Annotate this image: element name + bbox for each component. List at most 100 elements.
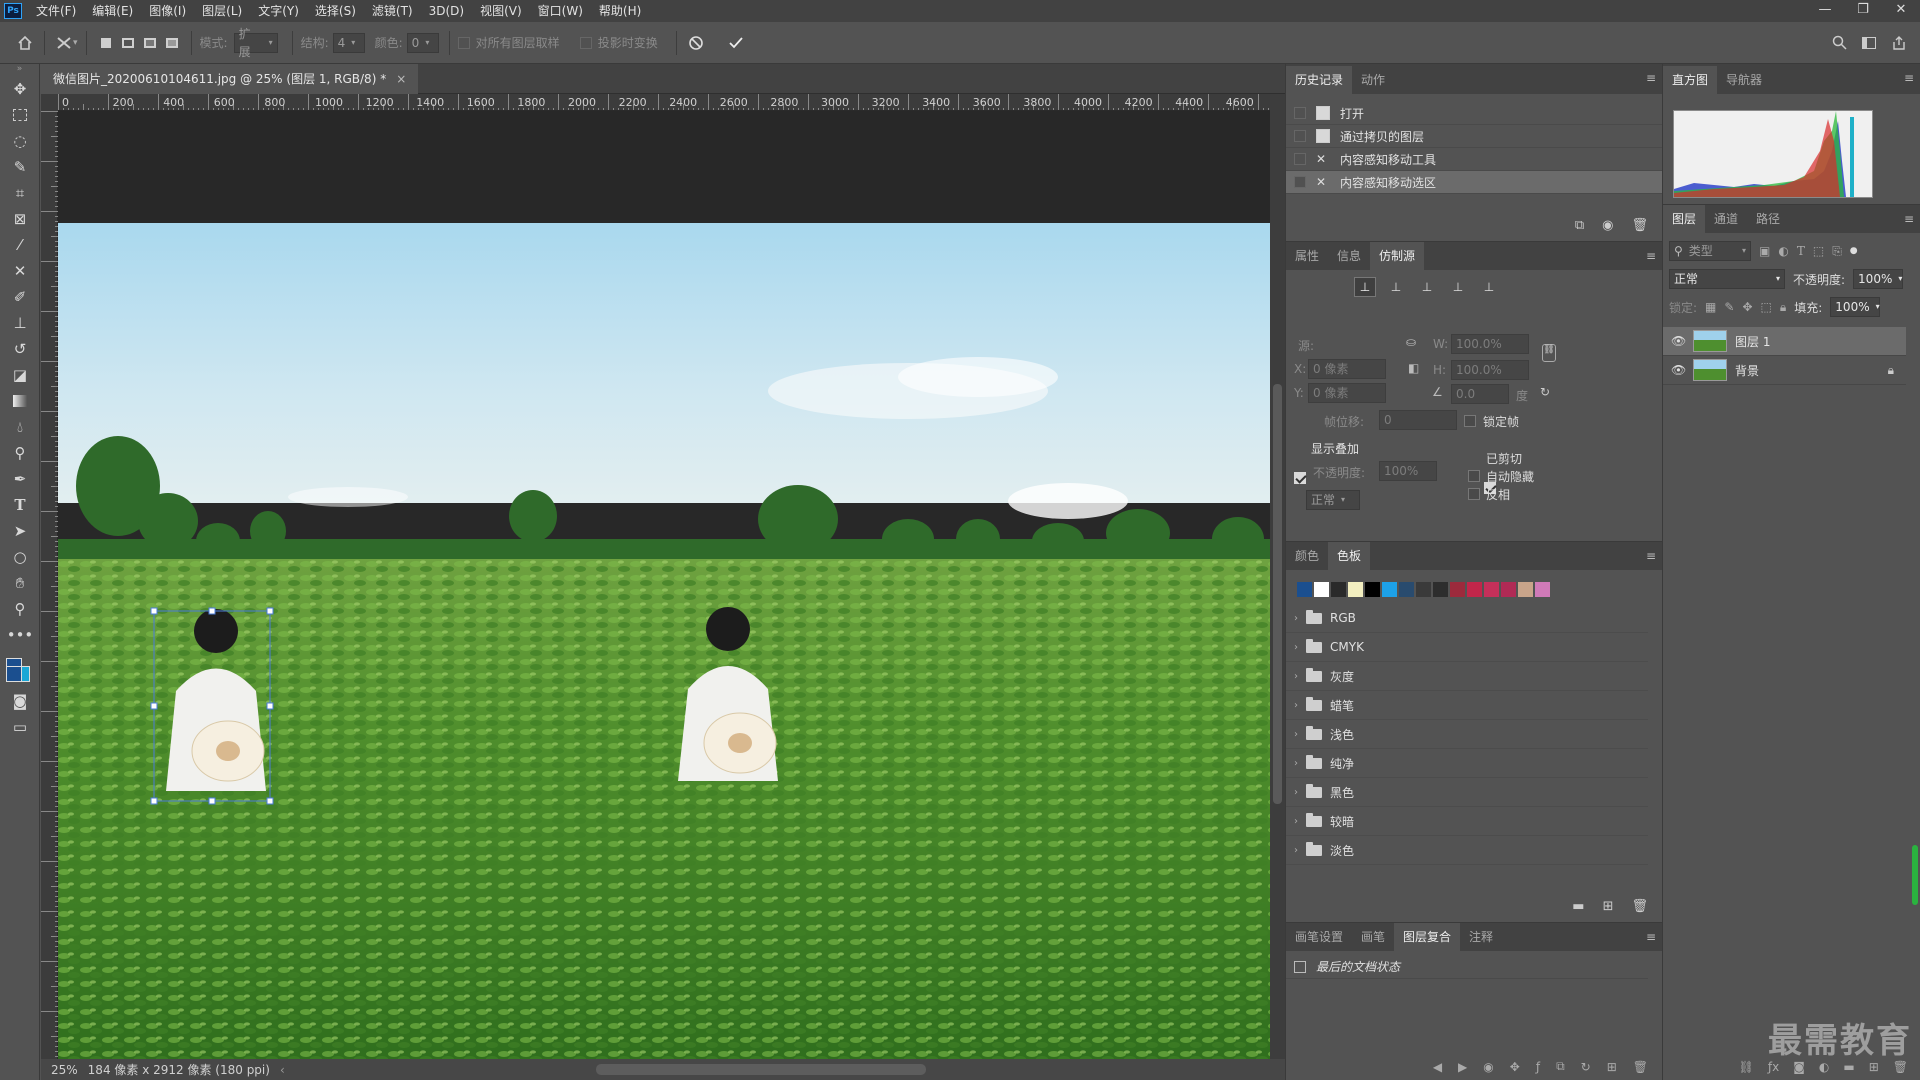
color-swatch[interactable] [1518, 581, 1533, 597]
tab-color[interactable]: 颜色 [1286, 542, 1328, 570]
blend-mode-dropdown[interactable]: 正常 ▾ [1669, 269, 1785, 289]
filter-type-icon[interactable]: T [1797, 244, 1805, 258]
menu-3d[interactable]: 3D(D) [421, 0, 472, 22]
position-comp-icon[interactable]: ✥ [1510, 1060, 1520, 1074]
layers-scroll-indicator[interactable] [1912, 845, 1918, 905]
new-group-icon[interactable]: ▬ [1843, 1060, 1854, 1074]
menu-file[interactable]: 文件(F) [28, 0, 84, 22]
filter-pixel-icon[interactable]: ▣ [1759, 244, 1770, 258]
panel-menu-icon[interactable]: ≡ [1904, 212, 1914, 226]
width-scale-input[interactable]: 100.0% [1451, 334, 1529, 354]
color-swatch[interactable] [1382, 581, 1397, 597]
content-aware-move-tool-icon[interactable]: ✕ [0, 258, 40, 284]
menu-type[interactable]: 文字(Y) [250, 0, 307, 22]
clone-source-3-icon[interactable]: ⊥ [1416, 277, 1438, 297]
hand-tool-icon[interactable]: ✋︎ [0, 570, 40, 596]
pen-tool-icon[interactable]: ✒ [0, 466, 40, 492]
transform-on-drop-checkbox[interactable] [579, 36, 592, 49]
chevron-right-icon[interactable]: › [1294, 671, 1298, 682]
panel-menu-icon[interactable]: ≡ [1904, 71, 1914, 85]
color-swatch[interactable] [1399, 581, 1414, 597]
layer-name[interactable]: 背景 [1735, 362, 1759, 379]
tab-actions[interactable]: 动作 [1352, 66, 1394, 94]
layer-row-selected[interactable]: 👁︎ 图层 1 [1663, 327, 1906, 356]
show-overlay-checkbox[interactable] [1294, 471, 1306, 484]
lock-all-icon[interactable]: 🔒︎ [1780, 300, 1786, 315]
swatch-group[interactable]: › 纯净 [1286, 749, 1648, 778]
layer-lock-icon[interactable]: 🔒︎ [1888, 363, 1894, 378]
blur-tool-icon[interactable]: 💧︎ [0, 414, 40, 440]
menu-help[interactable]: 帮助(H) [591, 0, 649, 22]
quick-mask-icon[interactable]: ◙ [0, 688, 40, 714]
layer-opacity-input[interactable]: 100% ▾ [1853, 269, 1904, 289]
menu-layer[interactable]: 图层(L) [194, 0, 250, 22]
previous-comp-icon[interactable]: ◀ [1433, 1060, 1442, 1074]
tab-brush-settings[interactable]: 画笔设置 [1286, 923, 1352, 951]
eraser-tool-icon[interactable]: ◪ [0, 362, 40, 388]
snapshot-icon[interactable]: ◉ [1602, 218, 1613, 233]
color-swatch[interactable] [1450, 581, 1465, 597]
source-lock-icon[interactable]: ⛀ [1406, 335, 1416, 349]
more-tools-icon[interactable]: ••• [0, 622, 40, 648]
filter-toggle-icon[interactable]: ● [1850, 246, 1858, 256]
horizontal-scroll-thumb[interactable] [596, 1064, 926, 1075]
panel-menu-icon[interactable]: ≡ [1646, 249, 1656, 263]
document-info[interactable]: 184 像素 x 2912 像素 (180 ppi) [88, 1061, 270, 1078]
reset-transform-icon[interactable]: ↻ [1540, 385, 1550, 399]
add-mask-icon[interactable]: ◙ [1793, 1060, 1805, 1074]
color-swatches[interactable] [0, 648, 39, 688]
home-icon[interactable] [14, 32, 36, 54]
link-layers-icon[interactable]: ⛓ [1739, 1060, 1754, 1074]
swatch-group[interactable]: › RGB [1286, 604, 1648, 633]
tab-brushes[interactable]: 画笔 [1352, 923, 1394, 951]
clone-source-5-icon[interactable]: ⊥ [1478, 277, 1500, 297]
layer-filter-dropdown[interactable]: ⚲ 类型 ▾ [1669, 241, 1751, 261]
delete-comp-icon[interactable]: 🗑︎ [1633, 1060, 1648, 1074]
tab-info[interactable]: 信息 [1328, 242, 1370, 270]
history-item[interactable]: ✕ 内容感知移动工具 [1286, 148, 1662, 171]
layer-name[interactable]: 图层 1 [1735, 333, 1770, 350]
appearance-comp-icon[interactable]: ⧉ [1556, 1059, 1565, 1074]
clone-source-2-icon[interactable]: ⊥ [1385, 277, 1407, 297]
invert-checkbox[interactable] [1468, 488, 1480, 500]
panel-menu-icon[interactable]: ≡ [1646, 930, 1656, 944]
menu-view[interactable]: 视图(V) [472, 0, 530, 22]
panel-menu-icon[interactable]: ≡ [1646, 71, 1656, 85]
collapse-icon[interactable]: » [0, 64, 39, 76]
clone-source-1-icon[interactable]: ⊥ [1354, 277, 1376, 297]
path-select-tool-icon[interactable]: ➤ [0, 518, 40, 544]
mode-dropdown[interactable]: 扩展 ▾ [233, 27, 278, 59]
overlay-opacity-input[interactable]: 100% [1379, 461, 1437, 481]
crop-tool-icon[interactable]: ⌗ [0, 180, 40, 206]
lock-position-icon[interactable]: ✥ [1742, 300, 1752, 314]
chevron-right-icon[interactable]: › [1294, 729, 1298, 740]
history-brush-tool-icon[interactable]: ↺ [0, 336, 40, 362]
new-swatch-icon[interactable]: ⊞ [1603, 899, 1614, 914]
chevron-right-icon[interactable]: › [1294, 613, 1298, 624]
commit-icon[interactable] [725, 32, 747, 54]
color-swatch[interactable] [1501, 581, 1516, 597]
color-swatch[interactable] [1433, 581, 1448, 597]
new-group-icon[interactable]: ▬ [1572, 899, 1584, 914]
zoom-level[interactable]: 25% [51, 1063, 78, 1077]
document-image[interactable] [58, 111, 1270, 1059]
color-swatch[interactable] [1365, 581, 1380, 597]
restore-icon[interactable]: ❐ [1844, 0, 1882, 22]
swatch-group[interactable]: › 淡色 [1286, 836, 1648, 865]
tab-notes[interactable]: 注释 [1460, 923, 1502, 951]
history-item[interactable]: 通过拷贝的图层 [1286, 125, 1662, 148]
cancel-icon[interactable] [685, 32, 707, 54]
chevron-right-icon[interactable]: › [1294, 642, 1298, 653]
offset-x-input[interactable]: 0 像素 [1308, 359, 1386, 379]
fx-comp-icon[interactable]: ƒ [1536, 1060, 1540, 1074]
new-document-from-state-icon[interactable]: ⧉ [1575, 218, 1584, 233]
lock-artboard-icon[interactable]: ⬚ [1761, 300, 1772, 314]
layer-style-icon[interactable]: ƒx [1768, 1060, 1779, 1074]
next-comp-icon[interactable]: ▶ [1458, 1060, 1467, 1074]
intersect-selection-icon[interactable] [161, 32, 183, 54]
delete-layer-icon[interactable]: 🗑︎ [1893, 1060, 1908, 1074]
new-selection-icon[interactable] [95, 32, 117, 54]
swatch-group[interactable]: › 浅色 [1286, 720, 1648, 749]
overlay-blend-dropdown[interactable]: 正常 ▾ [1306, 490, 1360, 510]
height-scale-input[interactable]: 100.0% [1451, 360, 1529, 380]
